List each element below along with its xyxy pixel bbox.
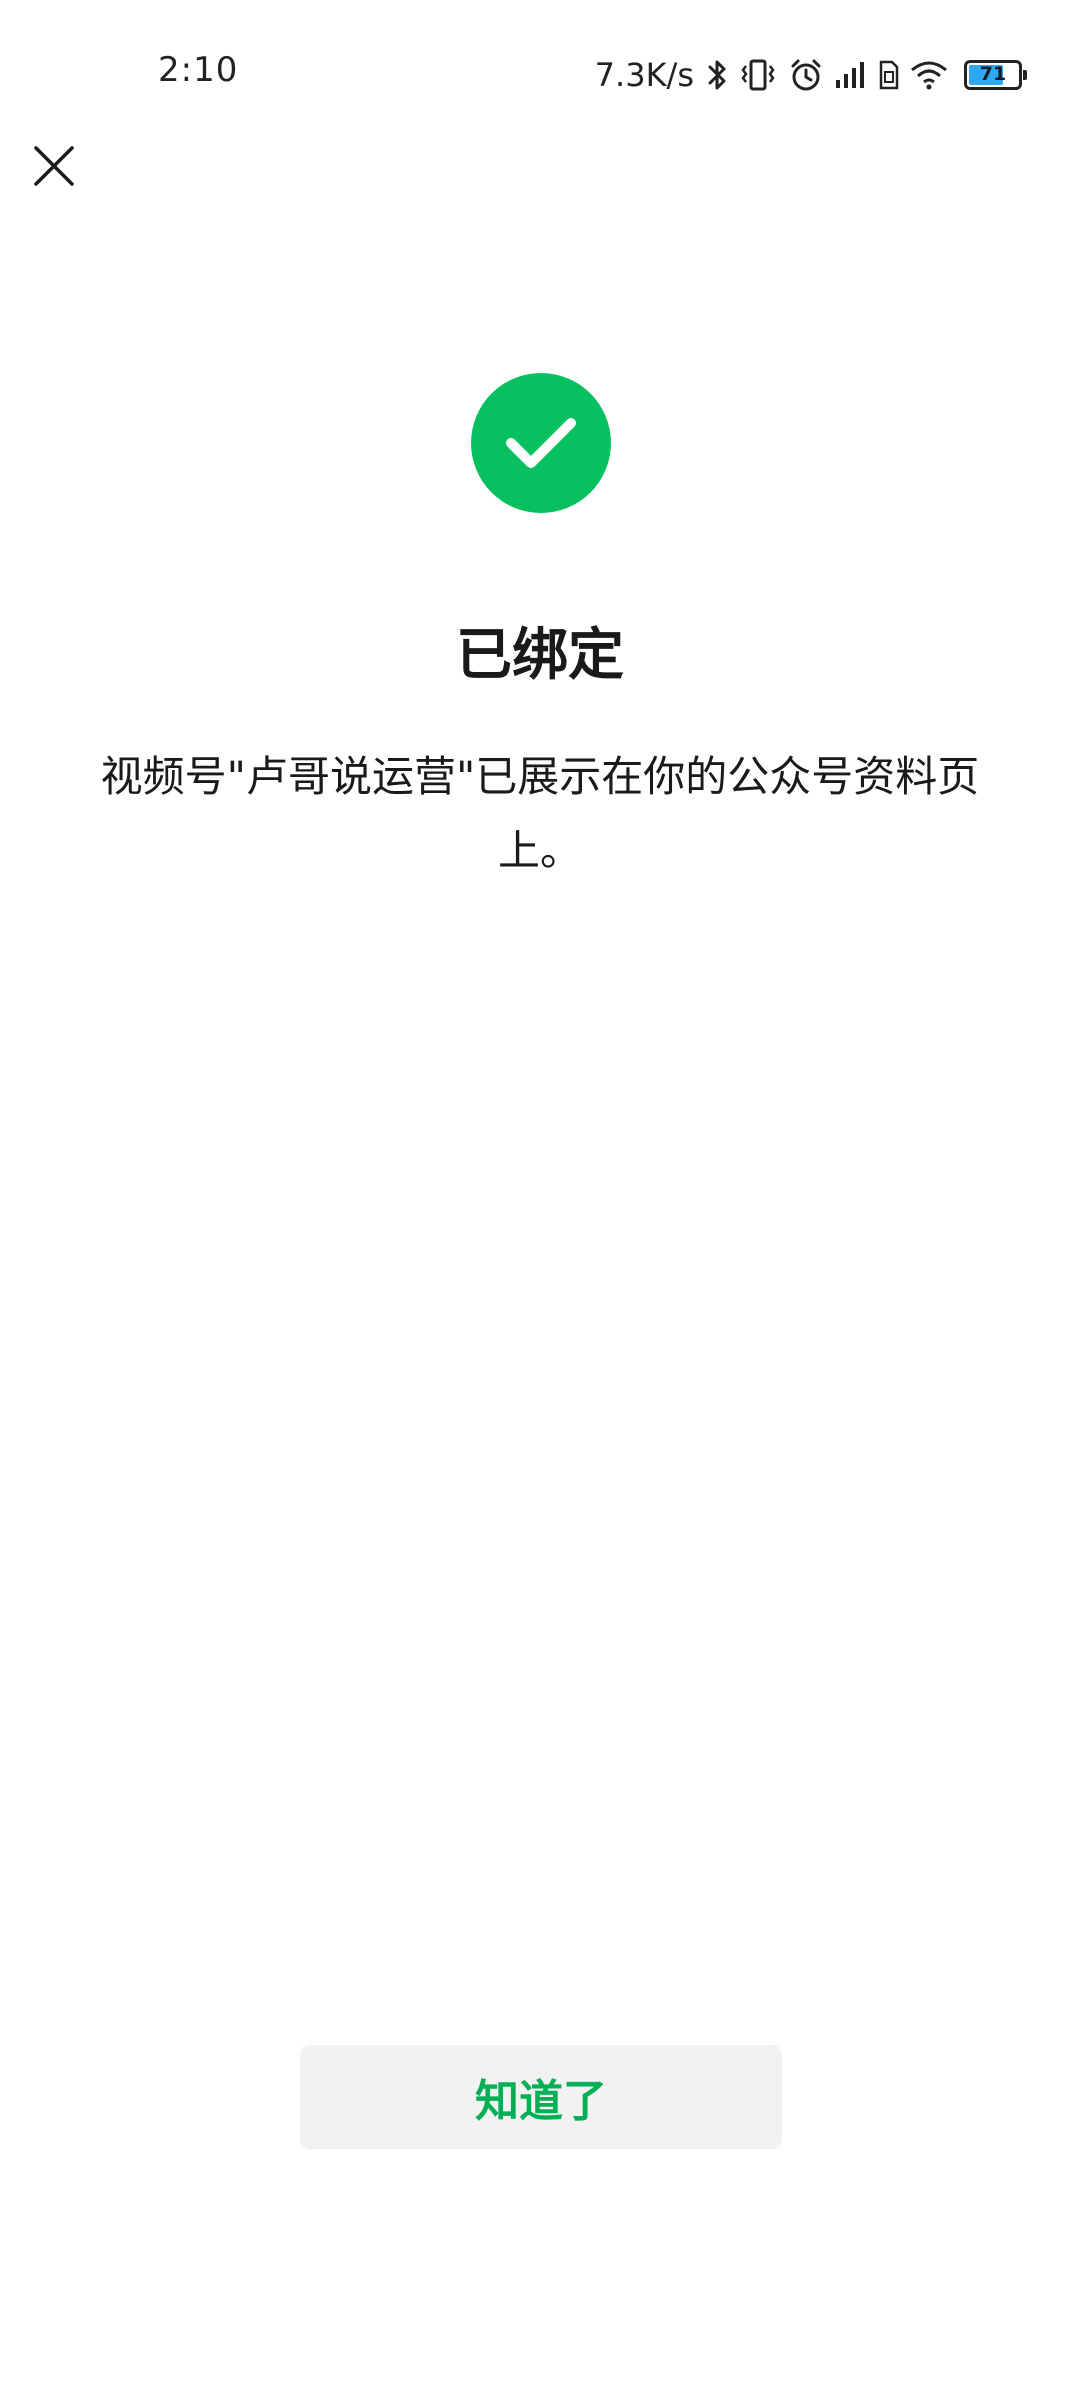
status-time: 2:10 (158, 50, 239, 90)
close-button[interactable] (24, 138, 84, 198)
alarm-icon (788, 57, 824, 93)
result-message: 视频号"卢哥说运营"已展示在你的公众号资料页上。 (100, 752, 980, 875)
bluetooth-icon (706, 58, 728, 92)
battery-level: 71 (979, 63, 1007, 85)
result-title: 已绑定 (456, 623, 624, 688)
close-icon (33, 145, 75, 191)
vibrate-icon (738, 58, 778, 92)
wifi-icon (910, 60, 948, 90)
signal-icon (834, 60, 868, 90)
status-bar: 2:10 7.3K/s 71 (0, 0, 1080, 150)
status-icons: 7.3K/s 71 (594, 50, 1027, 100)
success-check-icon (471, 373, 611, 513)
ok-button[interactable]: 知道了 (300, 2045, 782, 2149)
network-speed: 7.3K/s (594, 56, 694, 94)
sim-icon (878, 59, 900, 91)
battery-icon: 71 (964, 60, 1027, 90)
